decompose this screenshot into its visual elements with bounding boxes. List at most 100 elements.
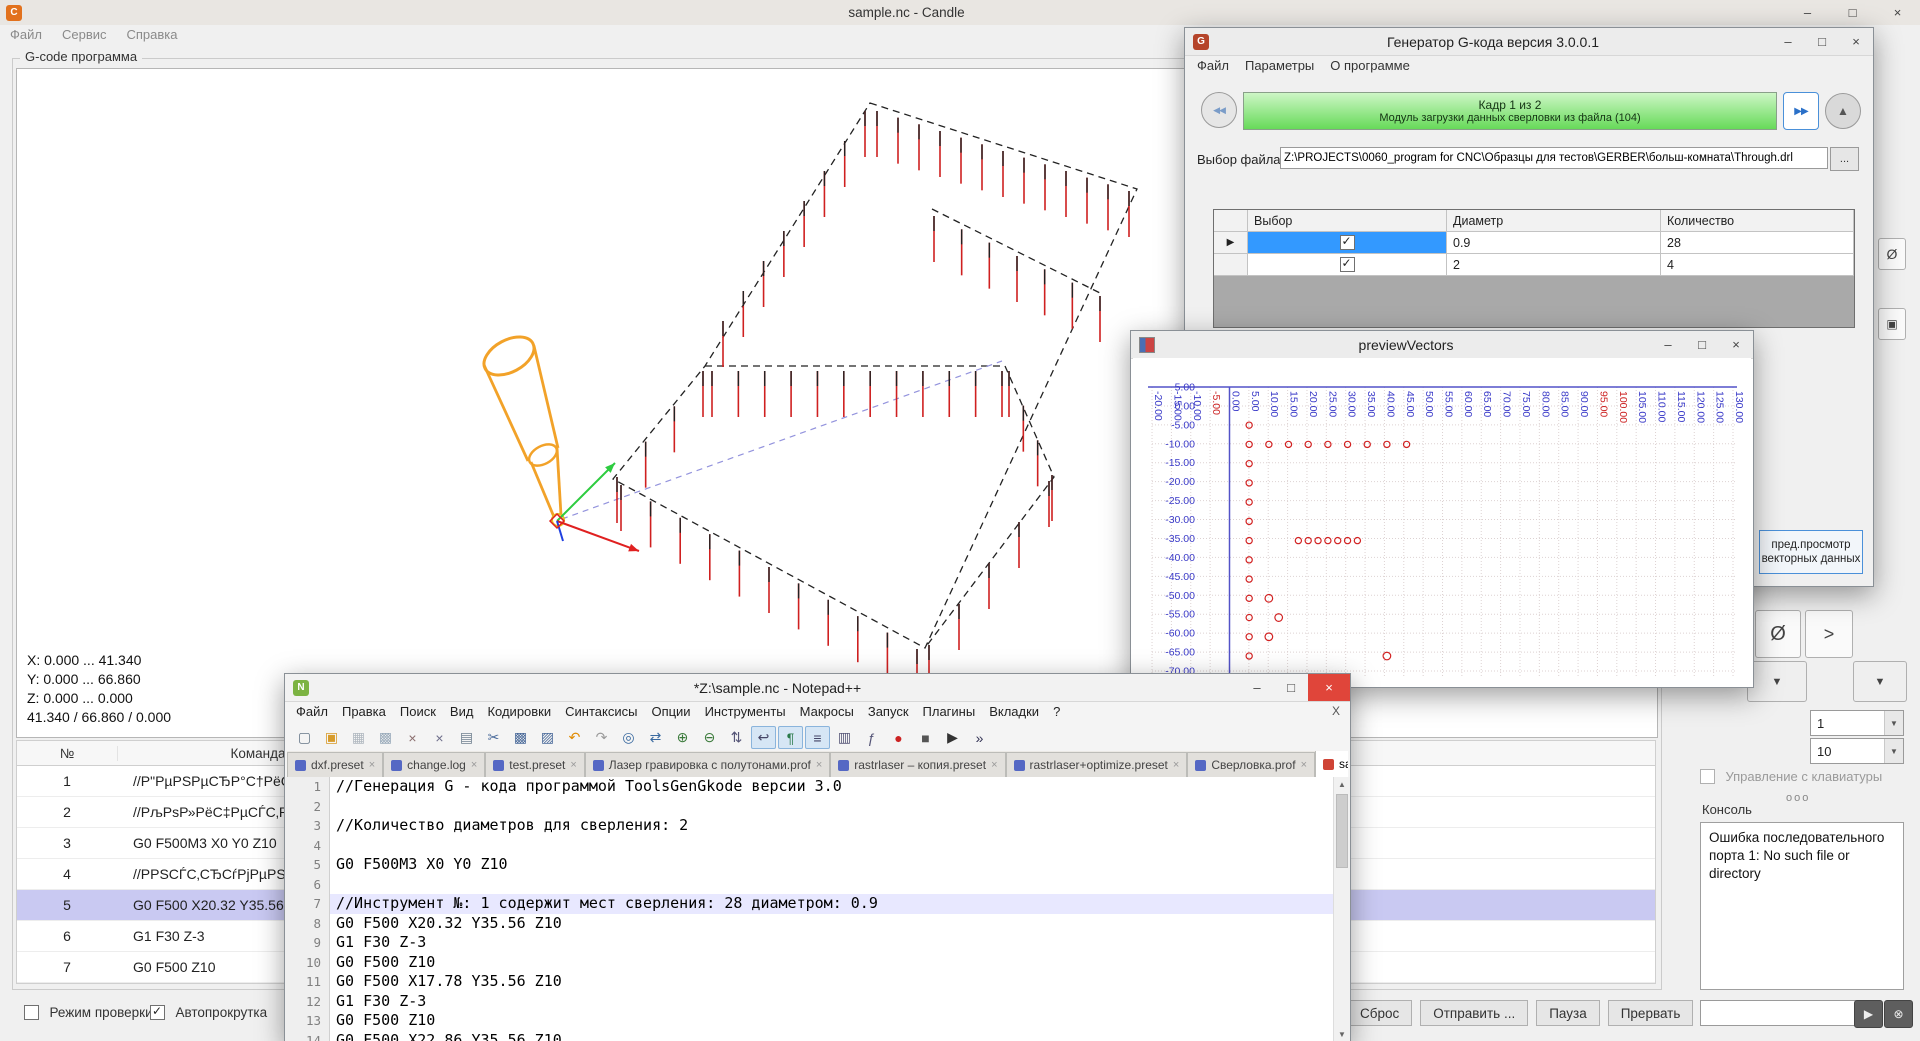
menu-item[interactable]: Файл (0, 25, 52, 44)
stop-macro-icon[interactable]: ■ (913, 726, 938, 749)
dropdown-button-2[interactable]: ▼ (1853, 661, 1907, 702)
toolbar-sliver-button[interactable]: ▣ (1878, 308, 1906, 340)
spindle-sliver-button[interactable]: Ø (1878, 238, 1906, 270)
print-icon[interactable]: ▤ (454, 726, 479, 749)
code-line[interactable] (330, 836, 1334, 856)
save-all-icon[interactable]: ▩ (373, 726, 398, 749)
next-frame-button[interactable]: ▶▶ (1783, 92, 1819, 130)
menu-item[interactable]: Правка (335, 701, 393, 722)
code-line[interactable] (330, 875, 1334, 895)
new-file-icon[interactable]: ▢ (292, 726, 317, 749)
keyboard-control-checkbox[interactable] (1700, 769, 1715, 784)
feed-combobox[interactable]: 10 ▼ (1810, 738, 1904, 764)
chevron-down-icon[interactable]: ▼ (1884, 739, 1903, 763)
check-mode-checkbox[interactable] (24, 1005, 39, 1020)
scroll-down-arrow[interactable]: ▼ (1334, 1027, 1350, 1041)
menu-item[interactable]: Синтаксисы (558, 701, 644, 722)
drill-diameters-grid[interactable]: Выбор Диаметр Количество ▶0.92824 (1213, 209, 1855, 328)
console-send-button[interactable]: ▶ (1854, 1000, 1883, 1028)
maximize-button[interactable]: □ (1805, 28, 1839, 55)
preview-vectors-window[interactable]: previewVectors – □ × 5.000.00-5.00-10.00… (1130, 330, 1754, 688)
zoom-out-icon[interactable]: ⊖ (697, 726, 722, 749)
tab-close-icon[interactable]: × (1301, 759, 1307, 771)
maximize-button[interactable]: □ (1274, 674, 1308, 701)
menu-item[interactable]: ? (1046, 701, 1067, 722)
prev-frame-button[interactable]: ◀◀ (1201, 92, 1237, 128)
document-tab[interactable]: Лазер гравировка с полутонами.prof× (585, 752, 831, 777)
keyboard-control-row[interactable]: Управление с клавиатуры (1700, 768, 1882, 786)
menu-item[interactable]: Файл (289, 701, 335, 722)
code-editor[interactable]: //Генерация G - кода программой ToolsGen… (330, 777, 1334, 1041)
menu-item[interactable]: Макросы (793, 701, 861, 722)
console-clear-button[interactable]: ⊗ (1884, 1000, 1913, 1028)
document-tab[interactable]: rastrlaser – копия.preset× (830, 752, 1005, 777)
zoom-in-icon[interactable]: ⊕ (670, 726, 695, 749)
document-tab[interactable]: change.log× (383, 752, 485, 777)
menu-item[interactable]: Плагины (916, 701, 983, 722)
code-line[interactable]: //Количество диаметров для сверления: 2 (330, 816, 1334, 836)
drill-grid-row[interactable]: ▶0.928 (1214, 232, 1854, 254)
document-tab[interactable]: sample.nc× (1315, 751, 1348, 777)
close-button[interactable]: × (1875, 0, 1920, 25)
minimize-button[interactable]: – (1771, 28, 1805, 55)
menu-item[interactable]: Справка (117, 25, 188, 44)
reset-button[interactable]: Сброс (1347, 1000, 1412, 1026)
menu-item[interactable]: Сервис (52, 25, 117, 44)
code-line[interactable]: G0 F500 X17.78 Y35.56 Z10 (330, 972, 1334, 992)
tab-close-icon[interactable]: × (471, 759, 477, 771)
save-icon[interactable]: ▦ (346, 726, 371, 749)
checkbox-icon[interactable] (1340, 257, 1355, 272)
indent-guide-icon[interactable]: ≡ (805, 726, 830, 749)
tab-close-icon[interactable]: × (369, 759, 375, 771)
maximize-button[interactable]: □ (1685, 331, 1719, 358)
menu-item[interactable]: О программе (1322, 55, 1418, 76)
drill-grid-row[interactable]: 24 (1214, 254, 1854, 276)
doc-map-icon[interactable]: ▥ (832, 726, 857, 749)
close-button[interactable]: × (1839, 28, 1873, 55)
code-line[interactable]: G0 F500 X20.32 Y35.56 Z10 (330, 914, 1334, 934)
check-mode-row[interactable]: Режим проверки (24, 1004, 153, 1022)
menu-item[interactable]: Кодировки (480, 701, 558, 722)
close-document-button[interactable]: X (1332, 704, 1340, 718)
close-file-icon[interactable]: × (400, 726, 425, 749)
checkbox-icon[interactable] (1340, 235, 1355, 250)
menu-item[interactable]: Инструменты (698, 701, 793, 722)
scrollbar-thumb[interactable] (1336, 794, 1348, 868)
minimize-button[interactable]: – (1785, 0, 1830, 25)
send-button[interactable]: Отправить ... (1420, 1000, 1528, 1026)
menu-item[interactable]: Опции (644, 701, 697, 722)
code-line[interactable]: G0 F500 Z10 (330, 1011, 1334, 1031)
code-line[interactable]: G0 F500 X22.86 Y35.56 Z10 (330, 1031, 1334, 1041)
open-file-icon[interactable]: ▣ (319, 726, 344, 749)
copy-icon[interactable]: ▩ (508, 726, 533, 749)
menu-item[interactable]: Поиск (393, 701, 443, 722)
close-button[interactable]: × (1719, 331, 1753, 358)
notepad-window[interactable]: N *Z:\sample.nc - Notepad++ – □ × ФайлПр… (284, 673, 1351, 1041)
sync-scroll-icon[interactable]: ⇅ (724, 726, 749, 749)
close-all-icon[interactable]: × (427, 726, 452, 749)
scroll-up-arrow[interactable]: ▲ (1334, 777, 1350, 792)
tab-close-icon[interactable]: × (816, 759, 822, 771)
chevron-down-icon[interactable]: ▼ (1884, 711, 1903, 735)
redo-icon[interactable]: ↷ (589, 726, 614, 749)
code-line[interactable]: G0 F500 Z10 (330, 953, 1334, 973)
menu-item[interactable]: Запуск (861, 701, 916, 722)
panel-drag-handle[interactable]: ооо (1786, 792, 1810, 804)
play-macro-icon[interactable]: ▶ (940, 726, 965, 749)
code-line[interactable]: G1 F30 Z-3 (330, 992, 1334, 1012)
maximize-button[interactable]: □ (1830, 0, 1875, 25)
document-tab[interactable]: dxf.preset× (287, 752, 383, 777)
code-line[interactable]: //Генерация G - кода программой ToolsGen… (330, 777, 1334, 797)
tab-close-icon[interactable]: × (991, 759, 997, 771)
word-wrap-icon[interactable]: ↩ (751, 726, 776, 749)
abort-button[interactable]: Прервать (1608, 1000, 1694, 1026)
pause-button[interactable]: Пауза (1536, 1000, 1600, 1026)
autoscroll-row[interactable]: Автопрокрутка (150, 1004, 267, 1022)
document-tab[interactable]: test.preset× (485, 752, 584, 777)
autoscroll-checkbox[interactable] (150, 1005, 165, 1020)
run-icon[interactable]: » (967, 726, 992, 749)
cut-icon[interactable]: ✂ (481, 726, 506, 749)
console-command-input[interactable] (1700, 1000, 1858, 1026)
find-icon[interactable]: ◎ (616, 726, 641, 749)
chevron-right-button[interactable]: > (1805, 610, 1853, 658)
